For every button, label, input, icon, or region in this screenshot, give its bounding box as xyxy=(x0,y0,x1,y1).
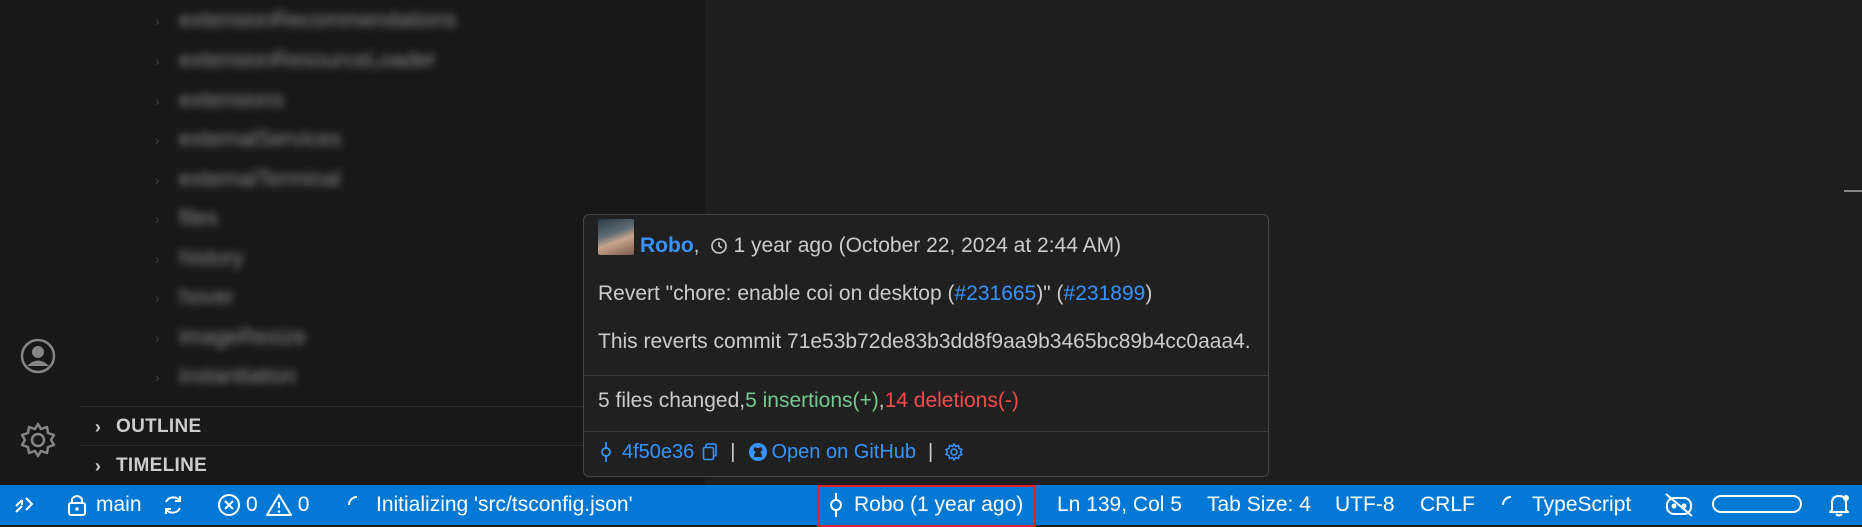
commit-time: 1 year ago (October 22, 2024 at 2:44 AM) xyxy=(733,234,1122,257)
accounts-icon[interactable] xyxy=(18,336,58,376)
tree-item[interactable]: › history xyxy=(155,243,244,273)
settings-gear-icon[interactable] xyxy=(945,443,963,461)
message-text: ) xyxy=(1145,282,1153,305)
copilot-disabled-icon xyxy=(1663,492,1695,518)
tree-item[interactable]: › extensionRecommendations xyxy=(155,5,457,35)
outline-title: OUTLINE xyxy=(116,416,202,437)
activity-bar xyxy=(0,0,80,485)
loading-spinner-icon xyxy=(346,494,368,516)
chevron-right-icon: › xyxy=(155,251,160,267)
position-text: Ln 139, Col 5 xyxy=(1057,493,1182,516)
language-mode[interactable]: TypeScript xyxy=(1500,485,1631,525)
open-on-github-link[interactable]: Open on GitHub xyxy=(748,440,917,464)
chevron-right-icon: › xyxy=(155,53,160,69)
tree-item[interactable]: › externalServices xyxy=(155,124,342,154)
copy-icon[interactable] xyxy=(702,443,718,461)
chevron-right-icon: › xyxy=(155,132,160,148)
sync-icon xyxy=(161,493,185,517)
github-icon xyxy=(748,442,768,462)
insertions-count: 5 insertions(+) xyxy=(745,389,879,412)
lock-icon xyxy=(66,493,88,517)
chevron-right-icon: › xyxy=(94,455,102,476)
branch-status[interactable]: main xyxy=(66,485,142,525)
message-text: )" ( xyxy=(1036,282,1064,305)
chevron-right-icon: › xyxy=(155,13,160,29)
chevron-right-icon: › xyxy=(155,172,160,188)
initializing-text: Initializing 'src/tsconfig.json' xyxy=(376,493,633,516)
hover-divider xyxy=(584,375,1268,376)
sync-button[interactable] xyxy=(161,485,185,525)
language-text: TypeScript xyxy=(1532,493,1632,516)
tree-item[interactable]: › instantiation xyxy=(155,361,296,391)
commit-hash: 4f50e36 xyxy=(622,440,695,463)
warning-count: 0 xyxy=(297,493,310,516)
error-icon xyxy=(217,493,241,517)
commit-message: Revert "chore: enable coi on desktop (#2… xyxy=(598,279,1152,309)
hover-divider xyxy=(584,431,1268,432)
blame-hover-card: Robo , 1 year ago (October 22, 2024 at 2… xyxy=(583,214,1269,477)
footer-divider: | xyxy=(730,440,736,463)
blame-text: Robo (1 year ago) xyxy=(854,493,1024,516)
eol-status[interactable]: CRLF xyxy=(1420,485,1475,525)
problems-status[interactable]: 0 0 xyxy=(217,485,309,525)
manage-gear-icon[interactable] xyxy=(18,420,58,460)
tree-item[interactable]: › extensionResourceLoader xyxy=(155,45,436,75)
tree-item[interactable]: › imageResize xyxy=(155,322,306,352)
timeline-title: TIMELINE xyxy=(116,455,208,476)
message-text: Revert "chore: enable coi on desktop ( xyxy=(598,282,955,305)
chevron-right-icon: › xyxy=(155,369,160,385)
tree-item[interactable]: › externalTerminal xyxy=(155,164,340,194)
chevron-right-icon: › xyxy=(155,290,160,306)
open-on-github-label: Open on GitHub xyxy=(771,440,917,463)
hover-footer: 4f50e36 | Open on GitHub | xyxy=(598,435,963,469)
commit-stats: 5 files changed, 5 insertions(+), 14 del… xyxy=(598,386,1019,416)
pr-link-231899[interactable]: #231899 xyxy=(1064,282,1146,306)
author-avatar xyxy=(598,219,634,255)
encoding-status[interactable]: UTF-8 xyxy=(1335,485,1395,525)
files-changed: 5 files changed, xyxy=(598,389,746,412)
chevron-right-icon: › xyxy=(155,330,160,346)
footer-divider: | xyxy=(928,440,934,463)
loading-spinner-icon xyxy=(1500,494,1522,516)
tree-item[interactable]: › hover xyxy=(155,282,234,312)
cursor-position[interactable]: Ln 139, Col 5 xyxy=(1057,485,1182,525)
chevron-right-icon: › xyxy=(155,211,160,227)
author-link[interactable]: Robo xyxy=(640,234,694,258)
error-count: 0 xyxy=(246,493,258,516)
git-commit-icon xyxy=(598,442,614,462)
tree-item[interactable]: › files xyxy=(155,203,218,233)
branch-name: main xyxy=(96,493,142,516)
warning-icon xyxy=(265,493,292,517)
copilot-status[interactable] xyxy=(1663,485,1695,525)
progress-indicator xyxy=(1712,495,1802,513)
pr-link-231665[interactable]: #231665 xyxy=(955,282,1037,306)
eol-text: CRLF xyxy=(1420,493,1475,516)
git-commit-icon xyxy=(828,493,844,517)
author-separator: , xyxy=(693,234,700,257)
scrollbar-marker[interactable] xyxy=(1844,190,1862,192)
deletions-count: 14 deletions(-) xyxy=(884,389,1019,412)
bell-icon xyxy=(1826,492,1852,518)
remote-icon xyxy=(13,494,35,516)
tree-item[interactable]: › extensions xyxy=(155,85,284,115)
hover-header: Robo , 1 year ago (October 22, 2024 at 2… xyxy=(640,231,1121,261)
tab-size-status[interactable]: Tab Size: 4 xyxy=(1207,485,1311,525)
remote-indicator[interactable] xyxy=(0,485,48,525)
commit-hash-link[interactable]: 4f50e36 xyxy=(598,441,718,464)
notifications-button[interactable] xyxy=(1826,485,1852,525)
commit-body: This reverts commit 71e53b72de83b3dd8f9a… xyxy=(598,330,1251,353)
history-icon xyxy=(710,237,728,255)
git-blame-status[interactable]: Robo (1 year ago) xyxy=(828,485,1023,525)
encoding-text: UTF-8 xyxy=(1335,493,1395,516)
tsconfig-status[interactable]: Initializing 'src/tsconfig.json' xyxy=(346,485,633,525)
chevron-right-icon: › xyxy=(94,416,102,437)
tab-size-text: Tab Size: 4 xyxy=(1207,493,1311,516)
chevron-right-icon: › xyxy=(155,93,160,109)
status-bar: main 0 0 Initializing 'src/tsconfig.json… xyxy=(0,485,1862,527)
